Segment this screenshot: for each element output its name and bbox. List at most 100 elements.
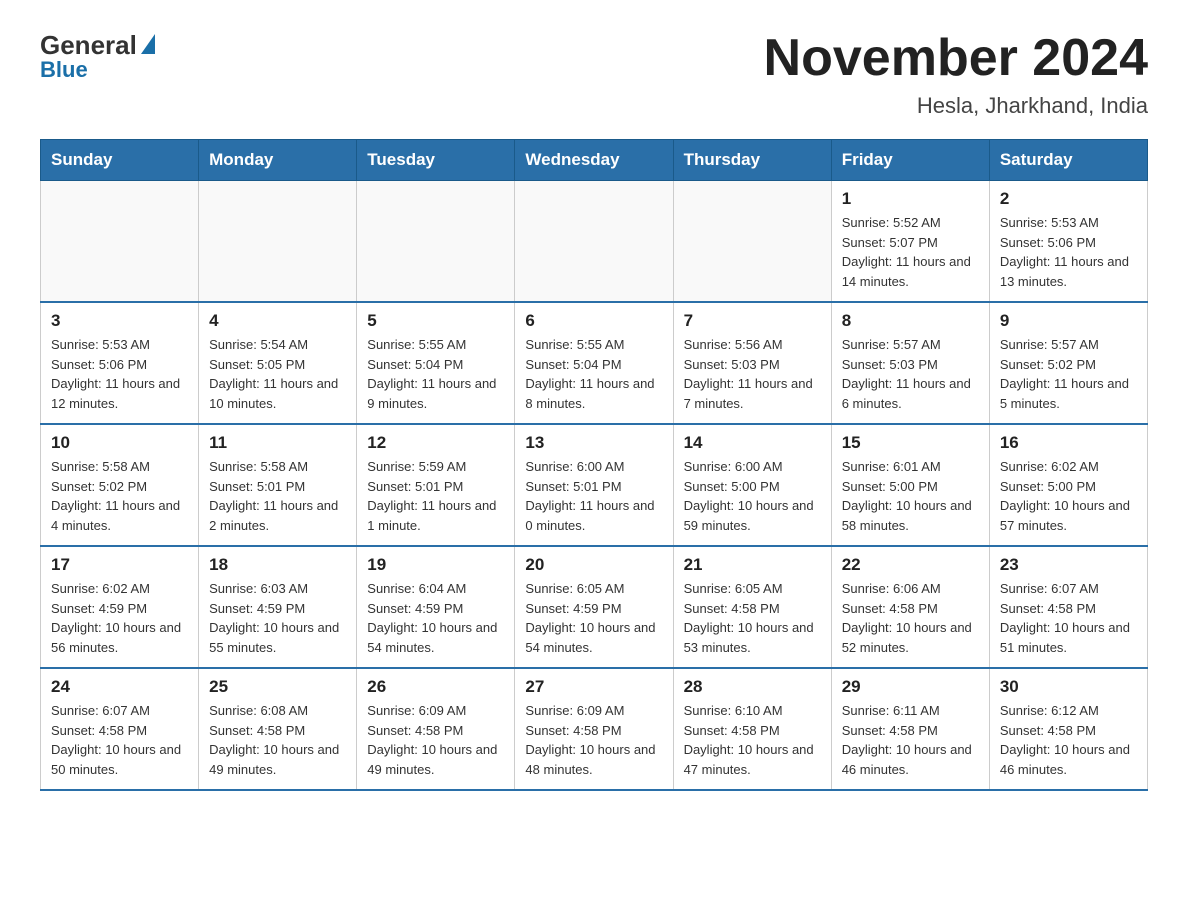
day-info: Sunrise: 6:05 AMSunset: 4:58 PMDaylight:… bbox=[684, 579, 821, 657]
day-info: Sunrise: 6:07 AMSunset: 4:58 PMDaylight:… bbox=[1000, 579, 1137, 657]
day-info: Sunrise: 5:59 AMSunset: 5:01 PMDaylight:… bbox=[367, 457, 504, 535]
day-info: Sunrise: 6:08 AMSunset: 4:58 PMDaylight:… bbox=[209, 701, 346, 779]
day-info: Sunrise: 6:11 AMSunset: 4:58 PMDaylight:… bbox=[842, 701, 979, 779]
day-number: 13 bbox=[525, 433, 662, 453]
day-number: 5 bbox=[367, 311, 504, 331]
day-number: 28 bbox=[684, 677, 821, 697]
calendar-cell: 10 Sunrise: 5:58 AMSunset: 5:02 PMDayligh… bbox=[41, 424, 199, 546]
calendar-cell: 2Sunrise: 5:53 AMSunset: 5:06 PMDaylight… bbox=[989, 181, 1147, 303]
calendar-cell: 5Sunrise: 5:55 AMSunset: 5:04 PMDaylight… bbox=[357, 302, 515, 424]
calendar-cell: 24 Sunrise: 6:07 AMSunset: 4:58 PMDayligh… bbox=[41, 668, 199, 790]
logo-blue-text: Blue bbox=[40, 57, 88, 83]
calendar-cell: 4 Sunrise: 5:54 AMSunset: 5:05 PMDaylight… bbox=[199, 302, 357, 424]
calendar-week-row: 24 Sunrise: 6:07 AMSunset: 4:58 PMDayligh… bbox=[41, 668, 1148, 790]
day-number: 7 bbox=[684, 311, 821, 331]
calendar-cell: 14Sunrise: 6:00 AMSunset: 5:00 PMDayligh… bbox=[673, 424, 831, 546]
header-area: General Blue November 2024 Hesla, Jharkh… bbox=[40, 30, 1148, 119]
calendar-table: SundayMondayTuesdayWednesdayThursdayFrid… bbox=[40, 139, 1148, 791]
calendar-cell: 30 Sunrise: 6:12 AMSunset: 4:58 PMDayligh… bbox=[989, 668, 1147, 790]
day-number: 21 bbox=[684, 555, 821, 575]
weekday-header-wednesday: Wednesday bbox=[515, 140, 673, 181]
weekday-header-saturday: Saturday bbox=[989, 140, 1147, 181]
logo-triangle-icon bbox=[141, 34, 155, 54]
calendar-week-row: 3 Sunrise: 5:53 AMSunset: 5:06 PMDaylight… bbox=[41, 302, 1148, 424]
day-info: Sunrise: 5:55 AMSunset: 5:04 PMDaylight:… bbox=[525, 335, 662, 413]
calendar-cell: 13Sunrise: 6:00 AMSunset: 5:01 PMDayligh… bbox=[515, 424, 673, 546]
calendar-cell: 1Sunrise: 5:52 AMSunset: 5:07 PMDaylight… bbox=[831, 181, 989, 303]
day-number: 25 bbox=[209, 677, 346, 697]
day-number: 17 bbox=[51, 555, 188, 575]
weekday-header-thursday: Thursday bbox=[673, 140, 831, 181]
day-info: Sunrise: 5:53 AMSunset: 5:06 PMDaylight:… bbox=[1000, 213, 1137, 291]
calendar-week-row: 10 Sunrise: 5:58 AMSunset: 5:02 PMDayligh… bbox=[41, 424, 1148, 546]
day-number: 9 bbox=[1000, 311, 1137, 331]
location-title: Hesla, Jharkhand, India bbox=[764, 93, 1148, 119]
day-info: Sunrise: 5:58 AMSunset: 5:02 PMDaylight:… bbox=[51, 457, 188, 535]
calendar-cell: 17Sunrise: 6:02 AMSunset: 4:59 PMDayligh… bbox=[41, 546, 199, 668]
day-number: 3 bbox=[51, 311, 188, 331]
calendar-cell: 27 Sunrise: 6:09 AMSunset: 4:58 PMDayligh… bbox=[515, 668, 673, 790]
calendar-cell bbox=[673, 181, 831, 303]
calendar-cell: 18 Sunrise: 6:03 AMSunset: 4:59 PMDayligh… bbox=[199, 546, 357, 668]
day-number: 29 bbox=[842, 677, 979, 697]
day-number: 19 bbox=[367, 555, 504, 575]
calendar-cell: 25 Sunrise: 6:08 AMSunset: 4:58 PMDayligh… bbox=[199, 668, 357, 790]
day-number: 11 bbox=[209, 433, 346, 453]
calendar-cell: 23 Sunrise: 6:07 AMSunset: 4:58 PMDayligh… bbox=[989, 546, 1147, 668]
month-title: November 2024 bbox=[764, 30, 1148, 87]
day-number: 12 bbox=[367, 433, 504, 453]
day-number: 10 bbox=[51, 433, 188, 453]
weekday-header-monday: Monday bbox=[199, 140, 357, 181]
day-number: 16 bbox=[1000, 433, 1137, 453]
day-number: 4 bbox=[209, 311, 346, 331]
day-info: Sunrise: 5:53 AMSunset: 5:06 PMDaylight:… bbox=[51, 335, 188, 413]
calendar-cell: 6 Sunrise: 5:55 AMSunset: 5:04 PMDaylight… bbox=[515, 302, 673, 424]
title-area: November 2024 Hesla, Jharkhand, India bbox=[764, 30, 1148, 119]
calendar-cell bbox=[41, 181, 199, 303]
day-info: Sunrise: 5:57 AMSunset: 5:02 PMDaylight:… bbox=[1000, 335, 1137, 413]
calendar-cell: 21 Sunrise: 6:05 AMSunset: 4:58 PMDayligh… bbox=[673, 546, 831, 668]
calendar-cell bbox=[357, 181, 515, 303]
calendar-cell bbox=[199, 181, 357, 303]
day-number: 27 bbox=[525, 677, 662, 697]
calendar-cell: 8Sunrise: 5:57 AMSunset: 5:03 PMDaylight… bbox=[831, 302, 989, 424]
day-info: Sunrise: 6:05 AMSunset: 4:59 PMDaylight:… bbox=[525, 579, 662, 657]
weekday-header-sunday: Sunday bbox=[41, 140, 199, 181]
day-info: Sunrise: 5:58 AMSunset: 5:01 PMDaylight:… bbox=[209, 457, 346, 535]
day-number: 26 bbox=[367, 677, 504, 697]
logo: General Blue bbox=[40, 30, 155, 83]
day-number: 23 bbox=[1000, 555, 1137, 575]
calendar-cell: 20Sunrise: 6:05 AMSunset: 4:59 PMDayligh… bbox=[515, 546, 673, 668]
calendar-cell: 15 Sunrise: 6:01 AMSunset: 5:00 PMDayligh… bbox=[831, 424, 989, 546]
day-number: 14 bbox=[684, 433, 821, 453]
day-number: 22 bbox=[842, 555, 979, 575]
day-info: Sunrise: 6:12 AMSunset: 4:58 PMDaylight:… bbox=[1000, 701, 1137, 779]
day-info: Sunrise: 6:09 AMSunset: 4:58 PMDaylight:… bbox=[525, 701, 662, 779]
day-number: 30 bbox=[1000, 677, 1137, 697]
day-number: 24 bbox=[51, 677, 188, 697]
calendar-cell: 7Sunrise: 5:56 AMSunset: 5:03 PMDaylight… bbox=[673, 302, 831, 424]
weekday-header-friday: Friday bbox=[831, 140, 989, 181]
calendar-cell: 9 Sunrise: 5:57 AMSunset: 5:02 PMDaylight… bbox=[989, 302, 1147, 424]
calendar-cell: 3 Sunrise: 5:53 AMSunset: 5:06 PMDaylight… bbox=[41, 302, 199, 424]
calendar-week-row: 17Sunrise: 6:02 AMSunset: 4:59 PMDayligh… bbox=[41, 546, 1148, 668]
calendar-cell: 29 Sunrise: 6:11 AMSunset: 4:58 PMDayligh… bbox=[831, 668, 989, 790]
day-number: 1 bbox=[842, 189, 979, 209]
calendar-week-row: 1Sunrise: 5:52 AMSunset: 5:07 PMDaylight… bbox=[41, 181, 1148, 303]
day-number: 18 bbox=[209, 555, 346, 575]
calendar-cell bbox=[515, 181, 673, 303]
calendar-cell: 16Sunrise: 6:02 AMSunset: 5:00 PMDayligh… bbox=[989, 424, 1147, 546]
day-info: Sunrise: 6:04 AMSunset: 4:59 PMDaylight:… bbox=[367, 579, 504, 657]
day-info: Sunrise: 6:01 AMSunset: 5:00 PMDaylight:… bbox=[842, 457, 979, 535]
day-number: 8 bbox=[842, 311, 979, 331]
calendar-cell: 28 Sunrise: 6:10 AMSunset: 4:58 PMDayligh… bbox=[673, 668, 831, 790]
day-info: Sunrise: 6:07 AMSunset: 4:58 PMDaylight:… bbox=[51, 701, 188, 779]
day-number: 15 bbox=[842, 433, 979, 453]
day-info: Sunrise: 6:10 AMSunset: 4:58 PMDaylight:… bbox=[684, 701, 821, 779]
calendar-header-row: SundayMondayTuesdayWednesdayThursdayFrid… bbox=[41, 140, 1148, 181]
day-info: Sunrise: 5:54 AMSunset: 5:05 PMDaylight:… bbox=[209, 335, 346, 413]
day-number: 6 bbox=[525, 311, 662, 331]
day-info: Sunrise: 6:03 AMSunset: 4:59 PMDaylight:… bbox=[209, 579, 346, 657]
calendar-cell: 11 Sunrise: 5:58 AMSunset: 5:01 PMDayligh… bbox=[199, 424, 357, 546]
weekday-header-tuesday: Tuesday bbox=[357, 140, 515, 181]
